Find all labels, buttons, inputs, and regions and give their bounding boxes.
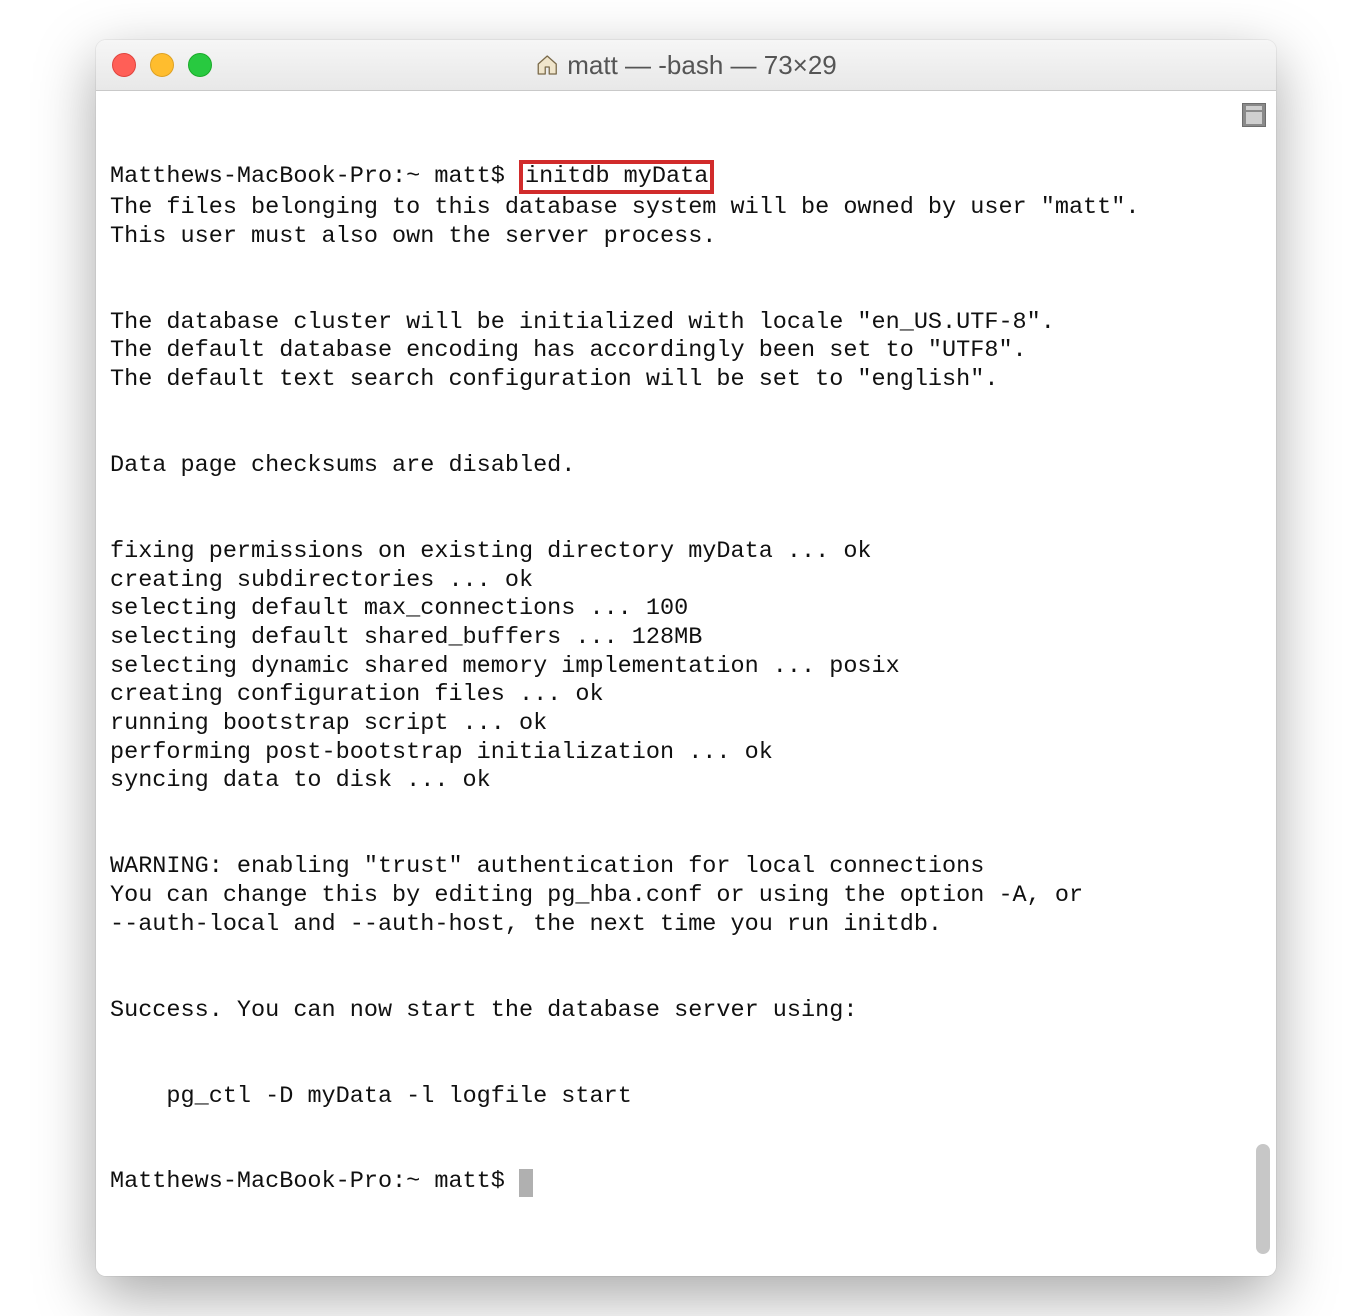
prompt-line: Matthews-MacBook-Pro:~ matt$ (110, 1168, 533, 1195)
window-title: matt — -bash — 73×29 (535, 50, 837, 81)
output-block: The files belonging to this database sys… (110, 194, 1262, 251)
terminal-body[interactable]: Matthews-MacBook-Pro:~ matt$ initdb myDa… (96, 91, 1276, 1276)
cursor (519, 1169, 533, 1197)
home-icon (535, 53, 559, 77)
output-block: fixing permissions on existing directory… (110, 538, 1262, 796)
prompt-prefix: Matthews-MacBook-Pro:~ matt$ (110, 163, 519, 190)
prompt-prefix: Matthews-MacBook-Pro:~ matt$ (110, 1168, 519, 1195)
output-block: The database cluster will be initialized… (110, 309, 1262, 395)
scroll-to-top-icon[interactable] (1242, 103, 1266, 127)
highlighted-command: initdb myData (519, 160, 714, 194)
window-title-text: matt — -bash — 73×29 (567, 50, 837, 81)
titlebar[interactable]: matt — -bash — 73×29 (96, 40, 1276, 91)
close-window-button[interactable] (112, 53, 136, 77)
traffic-lights (112, 53, 212, 77)
scrollbar-thumb[interactable] (1256, 1144, 1270, 1254)
output-block: WARNING: enabling "trust" authentication… (110, 853, 1262, 939)
output-block: Success. You can now start the database … (110, 997, 1262, 1026)
output-block: Data page checksums are disabled. (110, 452, 1262, 481)
output-block: pg_ctl -D myData -l logfile start (110, 1083, 1262, 1112)
minimize-window-button[interactable] (150, 53, 174, 77)
zoom-window-button[interactable] (188, 53, 212, 77)
terminal-window: matt — -bash — 73×29 Matthews-MacBook-Pr… (96, 40, 1276, 1276)
prompt-line: Matthews-MacBook-Pro:~ matt$ initdb myDa… (110, 163, 714, 190)
